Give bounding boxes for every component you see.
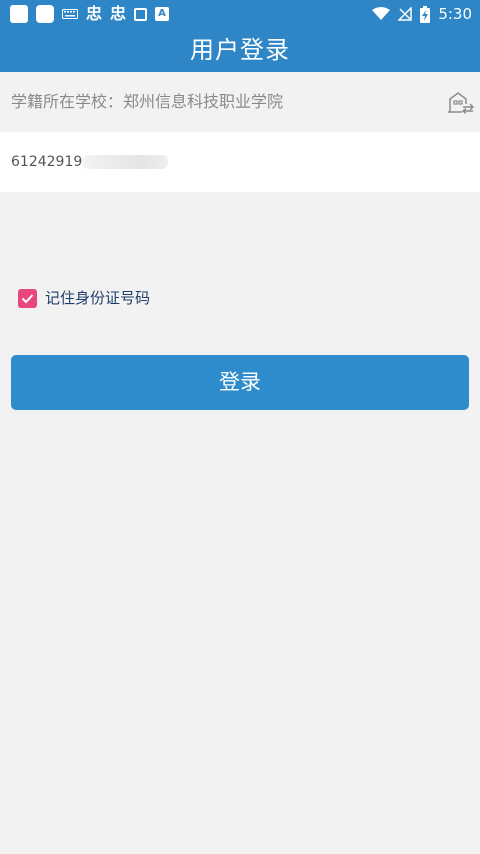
status-bar: 忠 忠 A 5:30: [0, 0, 480, 28]
status-time: 5:30: [438, 5, 472, 23]
id-number-input[interactable]: [11, 148, 451, 176]
id-number-row: [0, 132, 480, 192]
keyboard-icon: [62, 9, 78, 19]
login-screen: 忠 忠 A 5:30 用户登录 学籍所在学校：郑州信息科技职业学院 612429…: [0, 0, 480, 854]
status-bar-notifications: 忠 忠 A: [10, 4, 170, 24]
remember-id-label: 记住身份证号码: [45, 289, 151, 307]
checkmark-icon: [21, 293, 34, 303]
sim-icon: [134, 7, 148, 21]
remember-id-option[interactable]: 记住身份证号码: [18, 287, 150, 309]
battery-charging-icon: [420, 5, 431, 23]
notification-glyph: 忠: [110, 4, 127, 23]
square-icon: [10, 5, 28, 23]
school-building-icon[interactable]: [448, 90, 474, 114]
square-icon: [36, 5, 54, 23]
remember-id-checkbox[interactable]: [18, 288, 37, 308]
notification-glyph: 忠: [86, 4, 103, 23]
a-icon: A: [155, 7, 170, 21]
page-title: 用户登录: [190, 36, 290, 64]
login-button[interactable]: 登录: [11, 355, 469, 410]
wifi-icon: [372, 7, 391, 20]
status-bar-system: 5:30: [372, 4, 472, 24]
title-bar: 用户登录: [0, 28, 480, 72]
no-signal-icon: [398, 7, 413, 21]
school-selector[interactable]: 学籍所在学校：郑州信息科技职业学院: [0, 72, 480, 132]
school-label: 学籍所在学校：郑州信息科技职业学院: [11, 92, 284, 111]
id-number-redaction: [82, 155, 168, 169]
